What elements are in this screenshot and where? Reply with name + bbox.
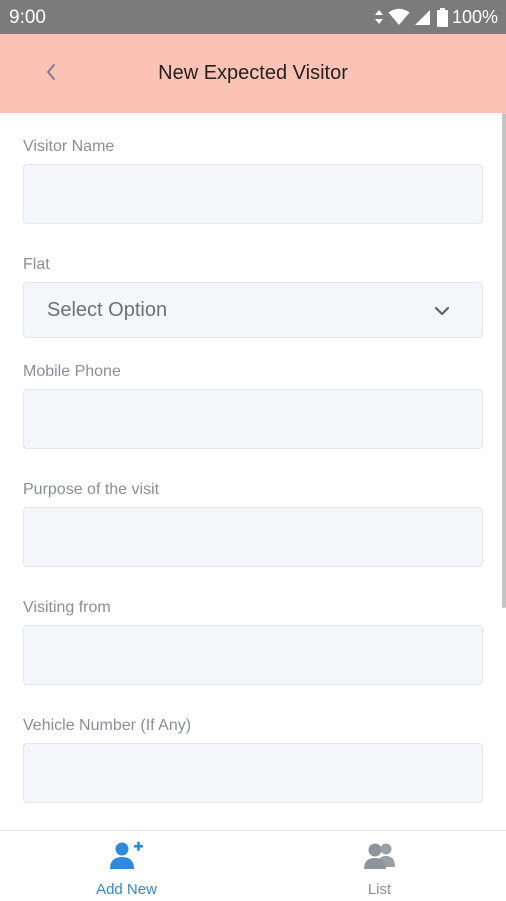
- nav-add-new-label: Add New: [96, 881, 157, 898]
- visitor-name-input[interactable]: [24, 165, 482, 223]
- visiting-from-field[interactable]: [23, 625, 483, 685]
- status-time: 9:00: [9, 7, 46, 28]
- nav-list-label: List: [367, 881, 392, 898]
- visiting-from-label: Visiting from: [23, 599, 111, 616]
- bottom-nav: Add New List: [0, 830, 506, 901]
- scrollbar[interactable]: [502, 113, 506, 608]
- cell-signal-icon: [414, 9, 431, 26]
- vehicle-number-field[interactable]: [23, 743, 483, 803]
- mobile-phone-input[interactable]: [24, 390, 482, 448]
- battery-percentage: 100%: [451, 6, 498, 27]
- mobile-phone-field[interactable]: [23, 389, 483, 449]
- users-icon: [363, 841, 396, 876]
- page-title: New Expected Visitor: [158, 62, 348, 84]
- nav-list[interactable]: List: [253, 831, 506, 901]
- vehicle-number-label: Vehicle Number (If Any): [23, 717, 192, 734]
- mobile-phone-label: Mobile Phone: [23, 363, 121, 380]
- chevron-down-icon: [434, 303, 450, 321]
- app-bar: New Expected Visitor: [0, 34, 506, 113]
- wifi-icon: [388, 8, 410, 26]
- flat-select[interactable]: Select Option: [23, 282, 483, 338]
- vehicle-number-input[interactable]: [24, 744, 482, 802]
- visitor-name-label: Visitor Name: [23, 138, 115, 155]
- flat-select-value: Select Option: [47, 299, 168, 321]
- purpose-label: Purpose of the visit: [23, 481, 160, 498]
- battery-icon: [436, 7, 448, 27]
- purpose-field[interactable]: [23, 507, 483, 567]
- status-icons: 100%: [374, 6, 498, 28]
- nav-add-new[interactable]: Add New: [0, 831, 253, 901]
- add-user-icon: [109, 841, 144, 876]
- purpose-input[interactable]: [24, 508, 482, 566]
- data-arrows-icon: [374, 9, 384, 25]
- flat-label: Flat: [23, 256, 50, 273]
- visiting-from-input[interactable]: [24, 626, 482, 684]
- visitor-name-field[interactable]: [23, 164, 483, 224]
- status-bar: 9:00 100%: [0, 0, 506, 34]
